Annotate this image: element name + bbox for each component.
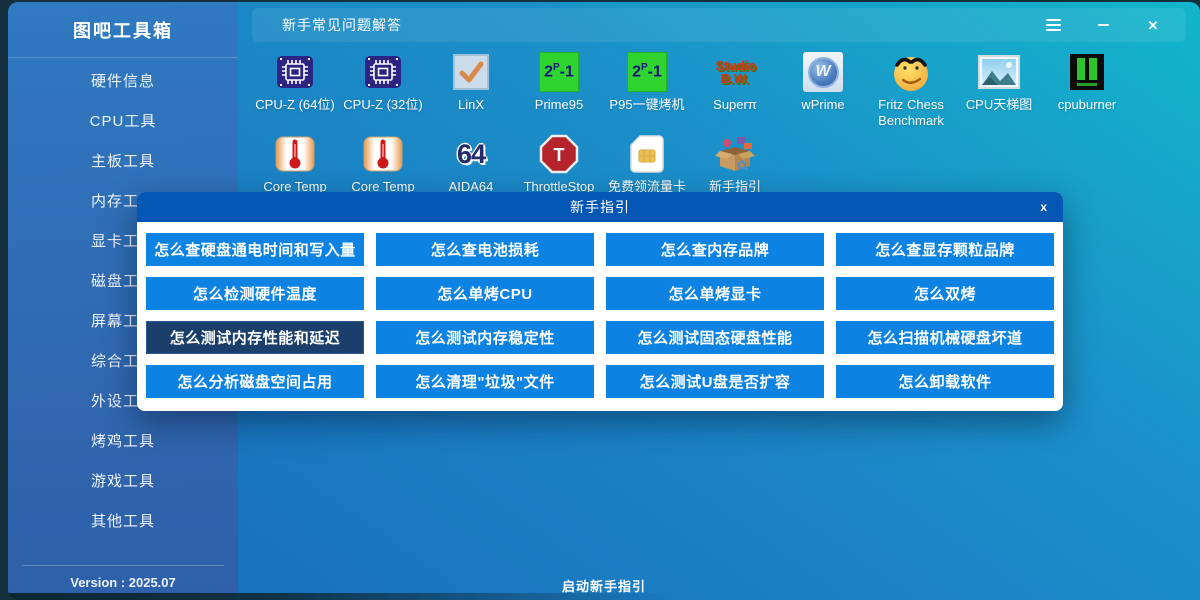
minimize-icon[interactable]: [1094, 16, 1112, 34]
close-icon[interactable]: ✕: [1144, 16, 1162, 34]
sidebar-item-3[interactable]: 主板工具: [8, 140, 238, 180]
guide-button-9[interactable]: 怎么测试内存性能和延迟: [146, 321, 364, 354]
icon-row-2: Core Temp Core Temp 64 AIDA64 T Throttle…: [251, 132, 1200, 195]
sidebar-item-label: 主板工具: [91, 150, 155, 171]
app-shortcut-label: LinX: [458, 97, 484, 113]
cpu-ladder-picture-icon: [978, 55, 1020, 89]
guide-button-12[interactable]: 怎么扫描机械硬盘坏道: [836, 321, 1054, 354]
sidebar-item-label: 烤鸡工具: [91, 430, 155, 451]
guide-button-11[interactable]: 怎么测试固态硬盘性能: [606, 321, 824, 354]
app-shortcut-cpuz[interactable]: CPU-Z (64位): [251, 50, 339, 113]
menu-icon[interactable]: [1044, 16, 1062, 34]
guide-button-6[interactable]: 怎么单烤CPU: [376, 277, 594, 310]
dialog-titlebar: 新手指引 x: [137, 192, 1063, 222]
sidebar-item-12[interactable]: 其他工具: [8, 500, 238, 540]
icon-row-1: CPU-Z (64位) CPU-Z (32位) LinX 2P-1 Prime9…: [251, 50, 1200, 129]
sim-card-icon: [630, 134, 664, 174]
guide-button-8[interactable]: 怎么双烤: [836, 277, 1054, 310]
cpuburner-icon: [1067, 52, 1107, 92]
app-shortcut-fritz[interactable]: Fritz Chess Benchmark: [867, 50, 955, 129]
guide-button-3[interactable]: 怎么查内存品牌: [606, 233, 824, 266]
sidebar-item-label: 硬件信息: [91, 70, 155, 91]
wprime-icon: W: [803, 52, 843, 92]
guide-button-2[interactable]: 怎么查电池损耗: [376, 233, 594, 266]
app-shortcut-guidebox[interactable]: 新手指引: [691, 132, 779, 195]
prime95-icon: 2P-1: [539, 52, 579, 92]
guide-button-16[interactable]: 怎么卸载软件: [836, 365, 1054, 398]
guide-box-icon: [714, 134, 756, 174]
statusbar-text: 启动新手指引: [8, 576, 1200, 595]
app-shortcut-label: Prime95: [535, 97, 583, 113]
app-shortcut-label: P95一键烤机: [609, 97, 684, 113]
guide-dialog: 新手指引 x 怎么查硬盘通电时间和写入量怎么查电池损耗怎么查内存品牌怎么查显存颗…: [137, 192, 1063, 411]
app-shortcut-throttlestop[interactable]: T ThrottleStop: [515, 132, 603, 195]
app-shortcut-label: CPU天梯图: [966, 97, 1032, 113]
dialog-button-grid: 怎么查硬盘通电时间和写入量怎么查电池损耗怎么查内存品牌怎么查显存颗粒品牌怎么检测…: [137, 222, 1063, 411]
coretemp-thermometer-icon: [362, 135, 404, 173]
guide-button-14[interactable]: 怎么清理"垃圾"文件: [376, 365, 594, 398]
fritz-smiley-icon: [890, 51, 932, 93]
app-shortcut-cpuz[interactable]: CPU-Z (32位): [339, 50, 427, 113]
svg-text:T: T: [554, 145, 565, 165]
app-shortcut-label: Fritz Chess Benchmark: [867, 97, 955, 129]
prime95-icon: 2P-1: [627, 52, 667, 92]
guide-button-13[interactable]: 怎么分析磁盘空间占用: [146, 365, 364, 398]
app-shortcut-coretemp[interactable]: Core Temp: [339, 132, 427, 195]
linx-checkmark-icon: [451, 52, 491, 92]
app-shortcut-prime95[interactable]: 2P-1 P95一键烤机: [603, 50, 691, 113]
throttlestop-octagon-icon: T: [539, 134, 579, 174]
app-window: 图吧工具箱 硬件信息 CPU工具 主板工具 内存工具 显卡工具 磁盘工具 屏幕工…: [8, 2, 1200, 600]
app-shortcut-label: wPrime: [801, 97, 844, 113]
sidebar-item-label: 其他工具: [91, 510, 155, 531]
guide-button-10[interactable]: 怎么测试内存稳定性: [376, 321, 594, 354]
app-shortcut-label: CPU-Z (32位): [343, 97, 422, 113]
sidebar-item-10[interactable]: 烤鸡工具: [8, 420, 238, 460]
app-shortcut-wprime[interactable]: W wPrime: [779, 50, 867, 113]
app-shortcut-label: CPU-Z (64位): [255, 97, 334, 113]
app-shortcut-ladder[interactable]: CPU天梯图: [955, 50, 1043, 113]
topbar: 新手常见问题解答 ✕: [252, 8, 1186, 42]
cpuz-chip-icon: [275, 52, 315, 92]
sidebar-item-2[interactable]: CPU工具: [8, 100, 238, 140]
guide-button-7[interactable]: 怎么单烤显卡: [606, 277, 824, 310]
dialog-title: 新手指引: [570, 197, 630, 217]
sidebar-item-11[interactable]: 游戏工具: [8, 460, 238, 500]
sidebar-item-1[interactable]: 硬件信息: [8, 60, 238, 100]
dialog-close-icon[interactable]: x: [1040, 192, 1048, 222]
app-shortcut-coretemp[interactable]: Core Temp: [251, 132, 339, 195]
cpuz-chip-icon: [363, 52, 403, 92]
sidebar-item-label: CPU工具: [90, 110, 157, 131]
guide-button-15[interactable]: 怎么测试U盘是否扩容: [606, 365, 824, 398]
guide-button-4[interactable]: 怎么查显存颗粒品牌: [836, 233, 1054, 266]
aida64-icon: 64: [457, 139, 485, 170]
coretemp-thermometer-icon: [274, 135, 316, 173]
app-shortcut-prime95[interactable]: 2P-1 Prime95: [515, 50, 603, 113]
app-title: 图吧工具箱: [8, 2, 238, 58]
guide-button-1[interactable]: 怎么查硬盘通电时间和写入量: [146, 233, 364, 266]
desktop-background: 图吧工具箱 硬件信息 CPU工具 主板工具 内存工具 显卡工具 磁盘工具 屏幕工…: [0, 0, 1200, 600]
page-title: 新手常见问题解答: [282, 15, 402, 35]
sidebar-divider: [22, 565, 224, 566]
guide-button-5[interactable]: 怎么检测硬件温度: [146, 277, 364, 310]
app-icon-grid: CPU-Z (64位) CPU-Z (32位) LinX 2P-1 Prime9…: [251, 50, 1200, 195]
app-shortcut-superpi[interactable]: Studio B.W. Superπ: [691, 50, 779, 113]
app-shortcut-label: Superπ: [713, 97, 757, 113]
sidebar-item-label: 游戏工具: [91, 470, 155, 491]
app-shortcut-label: cpuburner: [1058, 97, 1117, 113]
app-shortcut-cpuburner[interactable]: cpuburner: [1043, 50, 1131, 113]
superpi-icon: Studio B.W.: [714, 59, 756, 85]
app-shortcut-aida64[interactable]: 64 AIDA64: [427, 132, 515, 195]
app-shortcut-linx[interactable]: LinX: [427, 50, 515, 113]
app-shortcut-simcard[interactable]: 免费领流量卡: [603, 132, 691, 195]
window-controls: ✕: [1044, 16, 1162, 34]
